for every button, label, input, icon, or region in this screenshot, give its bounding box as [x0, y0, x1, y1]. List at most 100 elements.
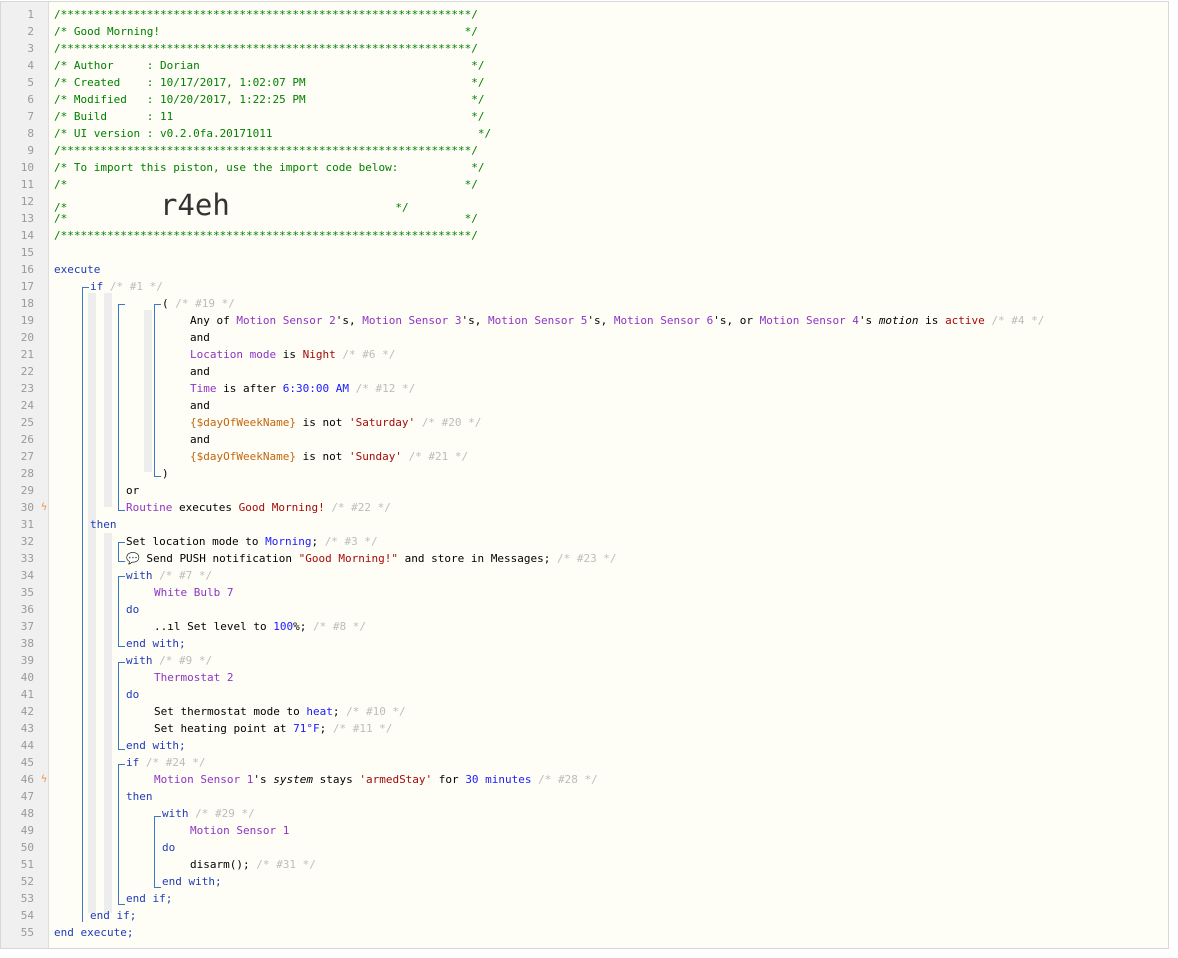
line-number: 4 — [27, 59, 34, 72]
line-number: 19 — [20, 314, 34, 327]
then-keyword: then — [90, 518, 117, 531]
line-number: 26 — [20, 433, 34, 446]
line-number: 55 — [20, 926, 34, 939]
group-nesting-bar — [144, 310, 152, 472]
line-number: 45 — [20, 756, 34, 769]
with-thermostat-bracket — [118, 662, 125, 750]
line-number: 6 — [27, 93, 34, 106]
line-number: 40 — [20, 671, 34, 684]
line-number: 54 — [20, 909, 34, 922]
or-group-bracket — [118, 304, 125, 511]
end-with-keyword: end with; — [162, 875, 222, 888]
and-operator: and — [190, 399, 210, 412]
line-number: 36 — [20, 603, 34, 616]
line-number-gutter: 1 2 3 4 5 6 7 8 9 10 11 12 13 14 15 16 17 18 19 20 21 22 23 24 2… — [1, 2, 49, 948]
line-number: 39 — [20, 654, 34, 667]
line-number: 9 — [27, 144, 34, 157]
device-thermostat[interactable]: Thermostat 2 — [154, 669, 233, 686]
if-statement[interactable]: if /* #1 */ — [90, 278, 163, 295]
action-send-push[interactable]: 💬 Send PUSH notification "Good Morning!"… — [126, 550, 617, 567]
condition-nesting-bar — [104, 293, 112, 507]
line-number: 29 — [20, 484, 34, 497]
line-number: 10 — [20, 161, 34, 174]
line-number: 17 — [20, 280, 34, 293]
piston-code-viewer: 1 2 3 4 5 6 7 8 9 10 11 12 13 14 15 16 17 18 19 20 21 22 23 24 2… — [0, 1, 1169, 949]
and-operator: and — [190, 365, 210, 378]
then-statements-bracket — [118, 542, 125, 562]
line-number: 47 — [20, 790, 34, 803]
line-number: 49 — [20, 824, 34, 837]
line-number: 42 — [20, 705, 34, 718]
piston-title: /* Good Morning! */ — [54, 25, 478, 38]
header-border: /***************************************… — [54, 8, 478, 21]
build-line: /* Build : 11 */ — [54, 110, 485, 123]
with-motion-sensor-bracket — [154, 816, 161, 888]
line-number: 14 — [20, 229, 34, 242]
device-motion-sensor-1[interactable]: Motion Sensor 1 — [190, 822, 289, 839]
end-if-keyword: end if; — [90, 909, 137, 922]
line-number: 50 — [20, 841, 34, 854]
line-number: 48 — [20, 807, 34, 820]
signal-level-icon: ..ıl — [154, 620, 181, 633]
condition-not-saturday[interactable]: {$dayOfWeekName} is not 'Saturday' /* #2… — [190, 414, 481, 431]
trigger-bolt-icon: ϟ — [41, 774, 48, 785]
line-number: 16 — [20, 263, 34, 276]
trigger-bolt-icon: ϟ — [41, 502, 48, 513]
action-set-location-mode[interactable]: Set location mode to Morning; /* #3 */ — [126, 533, 378, 550]
inner-if-statement[interactable]: if /* #24 */ — [126, 754, 205, 771]
or-operator: or — [126, 484, 140, 497]
line-number: 11 — [20, 178, 34, 191]
line-number: 37 — [20, 620, 34, 633]
and-operator: and — [190, 331, 210, 344]
line-number: 7 — [27, 110, 34, 123]
line-number: 30 — [20, 501, 34, 514]
line-number: 44 — [20, 739, 34, 752]
created-line: /* Created : 10/17/2017, 1:02:07 PM */ — [54, 76, 485, 89]
header-blank: /* */ — [54, 178, 478, 191]
action-set-level[interactable]: ..ıl Set level to 100%; /* #8 */ — [154, 618, 366, 635]
with-statement[interactable]: with /* #29 */ — [162, 805, 255, 822]
import-instruction: /* To import this piston, use the import… — [54, 161, 485, 174]
condition-motion-active[interactable]: Any of Motion Sensor 2's, Motion Sensor … — [190, 312, 1044, 329]
line-number: 46 — [20, 773, 34, 786]
line-number: 3 — [27, 42, 34, 55]
if-block-bracket — [82, 287, 89, 922]
condition-system-stays[interactable]: Motion Sensor 1's system stays 'armedSta… — [154, 771, 598, 788]
end-with-keyword: end with; — [126, 637, 186, 650]
condition-time-after[interactable]: Time is after 6:30:00 AM /* #12 */ — [190, 380, 415, 397]
end-with-keyword: end with; — [126, 739, 186, 752]
action-disarm[interactable]: disarm(); /* #31 */ — [190, 856, 316, 873]
header-blank: /* */ — [54, 212, 478, 225]
action-set-heating-point[interactable]: Set heating point at 71°F; /* #11 */ — [154, 720, 392, 737]
do-keyword: do — [126, 603, 140, 616]
chat-bubble-icon: 💬 — [126, 552, 140, 565]
do-keyword: do — [126, 688, 140, 701]
line-number: 20 — [20, 331, 34, 344]
line-number: 2 — [27, 25, 34, 38]
line-number: 27 — [20, 450, 34, 463]
line-number: 13 — [20, 212, 34, 225]
line-number: 5 — [27, 76, 34, 89]
header-border: /***************************************… — [54, 229, 478, 242]
then-nesting-bar — [104, 533, 112, 913]
condition-location-mode[interactable]: Location mode is Night /* #6 */ — [190, 346, 395, 363]
condition-routine-executes[interactable]: Routine executes Good Morning! /* #22 */ — [126, 499, 391, 516]
action-set-thermostat-mode[interactable]: Set thermostat mode to heat; /* #10 */ — [154, 703, 406, 720]
group-open[interactable]: ( /* #19 */ — [162, 295, 235, 312]
with-bulb-bracket — [118, 576, 125, 647]
with-statement[interactable]: with /* #7 */ — [126, 567, 212, 584]
line-number: 1 — [27, 8, 34, 21]
line-number: 41 — [20, 688, 34, 701]
with-statement[interactable]: with /* #9 */ — [126, 652, 212, 669]
line-number: 22 — [20, 365, 34, 378]
device-white-bulb[interactable]: White Bulb 7 — [154, 584, 233, 601]
line-number: 32 — [20, 535, 34, 548]
line-number: 18 — [20, 297, 34, 310]
condition-not-sunday[interactable]: {$dayOfWeekName} is not 'Sunday' /* #21 … — [190, 448, 468, 465]
line-number: 24 — [20, 399, 34, 412]
line-number: 35 — [20, 586, 34, 599]
line-number: 15 — [20, 246, 34, 259]
and-group-bracket — [154, 304, 161, 477]
author-line: /* Author : Dorian */ — [54, 59, 485, 72]
line-number: 31 — [20, 518, 34, 531]
